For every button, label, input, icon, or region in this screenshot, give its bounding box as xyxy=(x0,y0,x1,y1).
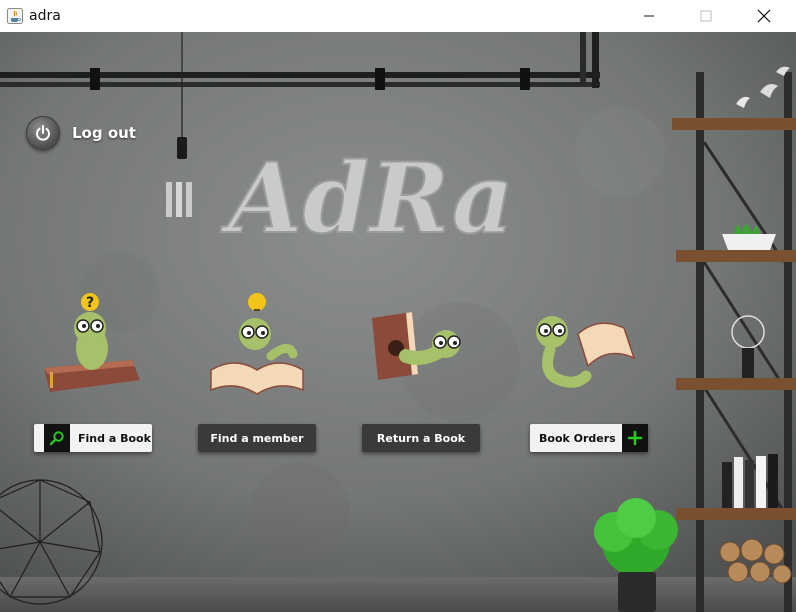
minimize-button[interactable] xyxy=(625,0,673,32)
home-screen: Log out AdRa ? Find a Book Find a member… xyxy=(0,32,796,612)
return-book-label: Return a Book xyxy=(376,431,466,445)
logout-button[interactable]: Log out xyxy=(26,116,146,150)
question-mark: ? xyxy=(86,295,94,311)
find-member-label: Find a member xyxy=(210,431,304,445)
worm-with-book-question-illustration: ? xyxy=(44,293,140,392)
find-book-button[interactable]: Find a Book xyxy=(34,424,152,452)
logo-text: AdRa xyxy=(220,142,514,255)
adra-logo: AdRa xyxy=(219,141,515,256)
power-icon xyxy=(26,116,60,150)
app-window: adra Log out AdRa ? Find a Book Find a m… xyxy=(0,0,796,612)
worm-reading-idea-illustration xyxy=(210,293,304,395)
return-book-button[interactable]: Return a Book xyxy=(362,424,480,452)
worm-holding-book-illustration xyxy=(536,316,636,388)
search-icon xyxy=(44,424,70,452)
close-button[interactable] xyxy=(740,0,788,32)
close-icon xyxy=(757,9,771,23)
find-book-label: Find a Book xyxy=(78,431,151,445)
window-title: adra xyxy=(29,8,61,24)
maximize-icon xyxy=(700,10,712,22)
worm-through-book-illustration xyxy=(372,312,461,380)
book-orders-label: Book Orders xyxy=(539,431,616,445)
plus-icon xyxy=(621,424,648,452)
book-orders-button[interactable]: Book Orders xyxy=(530,424,648,452)
java-app-icon xyxy=(7,8,23,24)
title-bar: adra xyxy=(0,0,796,33)
minimize-icon xyxy=(644,15,654,17)
maximize-button[interactable] xyxy=(682,0,730,32)
logout-label: Log out xyxy=(72,124,136,142)
find-member-button[interactable]: Find a member xyxy=(198,424,316,452)
